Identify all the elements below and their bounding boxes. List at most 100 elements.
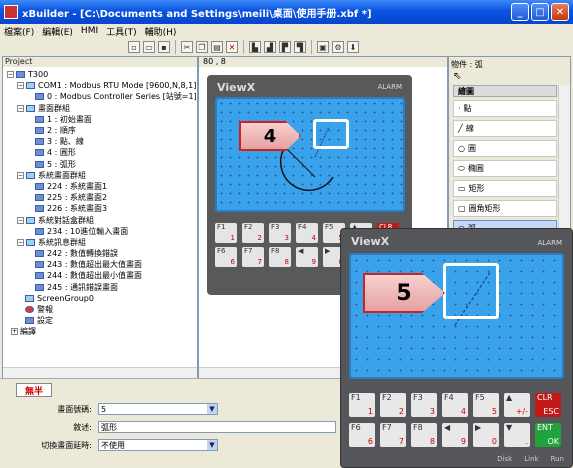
tree-item[interactable]: 245 : 通訊錯誤畫面 (7, 282, 197, 293)
expand-icon[interactable]: + (11, 328, 18, 336)
key-up: ▲ +/- (504, 393, 530, 417)
tree-item[interactable]: 224 : 系統畫面1 (7, 181, 197, 192)
tree-item[interactable]: 234 : 10進位輸入畫面 (7, 226, 197, 237)
key-f3[interactable]: F3 3 (269, 223, 291, 243)
object-line[interactable]: ╱ 線 (453, 120, 557, 137)
close-button[interactable]: ✕ (551, 3, 569, 21)
cut-icon[interactable]: ✂ (181, 41, 193, 53)
key-f6[interactable]: F6 6 (215, 247, 237, 267)
tree-item[interactable]: 226 : 系統畫面3 (7, 203, 197, 214)
key-left: ◀ 9 (442, 423, 468, 447)
toolbar-divider (175, 40, 176, 54)
chevron-down-icon[interactable]: ▼ (207, 440, 217, 450)
align-right-icon[interactable]: ▟ (264, 41, 276, 53)
menu-help[interactable]: 輔助(H) (145, 25, 177, 38)
collapse-icon[interactable]: − (17, 216, 24, 224)
selection-box (443, 263, 499, 319)
menu-file[interactable]: 檔案(F) (4, 25, 34, 38)
object-rounded-rectangle[interactable]: ▢ 圓角矩形 (453, 200, 557, 217)
new-icon[interactable]: ▫ (128, 41, 140, 53)
pointer-icon[interactable]: ⇖ (453, 71, 461, 82)
collapse-icon[interactable]: − (17, 82, 24, 90)
key-f4[interactable]: F4 4 (296, 223, 318, 243)
key-f8[interactable]: F8 8 (269, 247, 291, 267)
align-left-icon[interactable]: ▙ (249, 41, 261, 53)
collapse-icon[interactable]: − (7, 71, 14, 79)
maximize-button[interactable]: □ (531, 3, 549, 21)
tree-item[interactable]: 242 : 數值轉換錯誤 (7, 248, 197, 259)
selection-box (313, 119, 349, 149)
tree-item[interactable]: − 系統訊息群組 (7, 237, 197, 248)
key-f1[interactable]: F1 1 (215, 223, 237, 243)
tree-item[interactable]: 243 : 數值超出最大值畫面 (7, 259, 197, 270)
tree-item[interactable]: − 系統畫面群組 (7, 170, 197, 181)
tree-item[interactable]: 0 : Modbus Controller Series [站號=1] (7, 91, 197, 102)
tree-item[interactable]: 2 : 順序 (7, 125, 197, 136)
device-brand: ViewX (351, 235, 390, 248)
device-alarm-label: ALARM (537, 239, 562, 247)
delete-icon[interactable]: ✕ (226, 41, 238, 53)
collapse-icon[interactable]: − (17, 238, 24, 246)
project-panel: Project − T300 − COM1 : Modbus RTU Mode [9… (2, 56, 198, 379)
controller-icon (35, 93, 44, 101)
tree-item[interactable]: 設定 (7, 315, 197, 326)
collapse-icon[interactable]: − (17, 104, 24, 112)
folder-icon (26, 238, 35, 246)
menu-tools[interactable]: 工具(T) (106, 25, 137, 38)
minimize-button[interactable]: _ (511, 3, 529, 21)
open-icon[interactable]: ▭ (143, 41, 155, 53)
screen-icon (35, 250, 44, 258)
key-f2[interactable]: F2 2 (242, 223, 264, 243)
tree-item[interactable]: 3 : 點、線 (7, 136, 197, 147)
tree-item[interactable]: 警報 (7, 304, 197, 315)
description-field[interactable]: 弧形 (98, 421, 336, 433)
object-group-header[interactable]: 繪圖 (453, 85, 557, 97)
page-mode-button[interactable]: 無半 (16, 383, 52, 397)
copy-icon[interactable]: ❐ (196, 41, 208, 53)
switch-delay-label: 切換畫面延時: (41, 440, 92, 450)
tree-item[interactable]: − COM1 : Modbus RTU Mode [9600,N,8,1] (7, 80, 197, 91)
paste-icon[interactable]: ▤ (211, 41, 223, 53)
key-f7[interactable]: F7 7 (242, 247, 264, 267)
screen-icon (35, 160, 44, 168)
hmi-icon (16, 71, 25, 79)
object-rectangle[interactable]: ▭ 矩形 (453, 180, 557, 197)
object-circle[interactable]: ○ 圓 (453, 140, 557, 157)
tree-item[interactable]: − 系統對話盒群組 (7, 214, 197, 225)
device-screen[interactable]: 4 (215, 97, 405, 212)
menu-edit[interactable]: 編輯(E) (42, 25, 73, 38)
screen-number-select[interactable]: 5 ▼ (98, 403, 218, 415)
compile-icon[interactable]: ▣ (317, 41, 329, 53)
screen-icon (35, 182, 44, 190)
tool-icon[interactable]: ⚙ (332, 41, 344, 53)
key-esc: CLR ESC (535, 393, 561, 417)
tree-item[interactable]: 4 : 圓形 (7, 147, 197, 158)
key-left[interactable]: ◀ 9 (296, 247, 318, 267)
window-title: xBuilder - [C:\Documents and Settings\me… (22, 8, 372, 20)
align-top-icon[interactable]: ▛ (279, 41, 291, 53)
tree-item[interactable]: 225 : 系統畫面2 (7, 192, 197, 203)
menu-bar: 檔案(F) 編輯(E) HMI 工具(T) 輔助(H) (0, 24, 573, 38)
download-icon[interactable]: ⬇ (347, 41, 359, 53)
key-f4: F4 4 (442, 393, 468, 417)
circle-icon: ○ (458, 144, 465, 153)
tree-item[interactable]: − 畫面群組 (7, 103, 197, 114)
chevron-down-icon[interactable]: ▼ (207, 404, 217, 414)
object-point[interactable]: · 點 (453, 100, 557, 117)
tree-item[interactable]: 244 : 數值超出最小值畫面 (7, 270, 197, 281)
tree-item[interactable]: ScreenGroup0 (7, 293, 197, 304)
menu-hmi[interactable]: HMI (81, 26, 98, 36)
tree-item[interactable]: − T300 (7, 69, 197, 80)
folder-icon (25, 294, 34, 302)
save-icon[interactable]: ▪ (158, 41, 170, 53)
screen-icon (35, 115, 44, 123)
object-ellipse[interactable]: ⬭ 橢圓 (453, 160, 557, 177)
align-bottom-icon[interactable]: ▜ (294, 41, 306, 53)
tree-item[interactable]: + 編譯 (7, 326, 197, 337)
toolbar: ▫ ▭ ▪ ✂ ❐ ▤ ✕ ▙ ▟ ▛ ▜ ▣ ⚙ ⬇ (0, 38, 573, 56)
tree-item[interactable]: 1 : 初始畫面 (7, 114, 197, 125)
object-panel-title: 物件 : 弧 (451, 60, 483, 69)
tree-item[interactable]: 5 : 弧形 (7, 159, 197, 170)
switch-delay-select[interactable]: 不使用 ▼ (98, 439, 218, 451)
collapse-icon[interactable]: − (17, 171, 24, 179)
